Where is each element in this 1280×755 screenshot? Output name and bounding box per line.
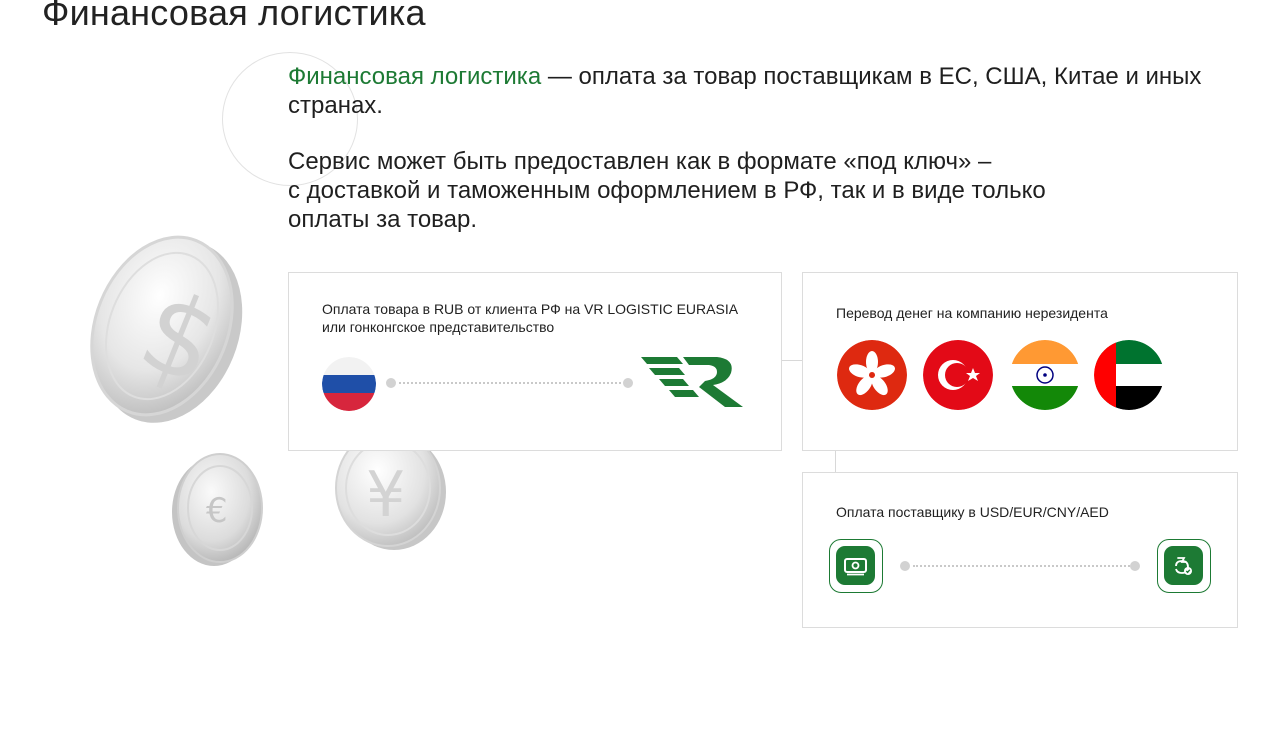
path-dot	[900, 561, 910, 571]
svg-text:€: €	[206, 491, 228, 531]
card-transfer-text: Перевод денег на компанию нерезидента	[836, 305, 1108, 321]
intro-highlight: Финансовая логистика	[288, 63, 542, 90]
money-hand-icon	[1157, 539, 1211, 593]
path-dot	[623, 378, 633, 388]
page-title: Финансовая логистика	[42, 0, 426, 33]
path-line	[913, 565, 1133, 567]
vr-logistic-logo	[641, 357, 743, 407]
path-dot	[1130, 561, 1140, 571]
dollar-coin: $	[90, 235, 243, 423]
path-dot	[386, 378, 396, 388]
euro-coin: €	[172, 453, 263, 566]
card-payment-rub: Оплата товара в RUB от клиента РФ на VR …	[288, 272, 782, 451]
card-transfer: Перевод денег на компанию нерезидента	[802, 272, 1238, 451]
card-supplier-text: Оплата поставщику в USD/EUR/CNY/AED	[836, 504, 1109, 520]
path-line	[399, 382, 621, 384]
india-flag-icon	[1010, 340, 1080, 410]
card-payment-rub-text: Оплата товара в RUB от клиента РФ на VR …	[322, 301, 738, 335]
uae-flag-icon	[1094, 340, 1164, 410]
svg-text:¥: ¥	[366, 458, 405, 531]
service-description: Сервис может быть предоставлен как в фор…	[288, 148, 1046, 233]
card-supplier-payment: Оплата поставщику в USD/EUR/CNY/AED	[802, 472, 1238, 628]
cash-icon	[829, 539, 883, 593]
intro-paragraph: Финансовая логистика — оплата за товар п…	[288, 62, 1238, 120]
connector-line	[780, 360, 802, 361]
turkey-flag-icon	[923, 340, 993, 410]
connector-line	[835, 449, 836, 472]
hong-kong-flag-icon	[837, 340, 907, 410]
russia-flag-icon	[322, 357, 376, 411]
